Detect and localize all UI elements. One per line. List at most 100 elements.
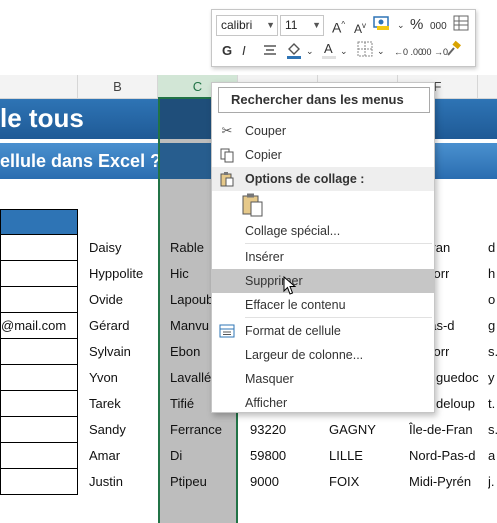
cell-c[interactable]: Di bbox=[170, 443, 182, 469]
cell-c[interactable]: Ptipeu bbox=[170, 469, 207, 495]
cell-d[interactable]: 59800 bbox=[250, 443, 286, 469]
menu-item-cut[interactable]: ✂ Couper bbox=[212, 119, 434, 143]
cell-a[interactable] bbox=[0, 261, 78, 287]
cell-c[interactable]: Tifié bbox=[170, 391, 194, 417]
subtitle-text: ellule dans Excel ? bbox=[0, 151, 162, 171]
italic-button[interactable]: I bbox=[242, 42, 246, 60]
cell-a[interactable] bbox=[0, 469, 78, 495]
column-header-b[interactable]: B bbox=[78, 75, 158, 99]
cell-b[interactable]: Sylvain bbox=[89, 339, 131, 365]
menu-item-paste-special[interactable]: Collage spécial... bbox=[212, 219, 434, 243]
cell-c[interactable]: Lapoub bbox=[170, 287, 213, 313]
align-center-icon[interactable] bbox=[262, 42, 278, 63]
column-header-a[interactable] bbox=[0, 75, 78, 99]
cell-f[interactable]: Nord-Pas-d bbox=[409, 443, 475, 469]
format-table-icon[interactable] bbox=[453, 15, 469, 36]
cell-g[interactable]: g bbox=[488, 313, 495, 339]
menu-item-insert-label: Insérer bbox=[245, 250, 284, 264]
accounting-format-icon[interactable] bbox=[372, 14, 394, 37]
menu-item-cut-label: Couper bbox=[245, 124, 286, 138]
cell-c[interactable]: Ferrance bbox=[170, 417, 222, 443]
cell-b[interactable]: Daisy bbox=[89, 235, 122, 261]
decrease-font-icon[interactable]: Av bbox=[354, 17, 366, 38]
scissors-icon: ✂ bbox=[221, 123, 233, 138]
fill-color-icon[interactable] bbox=[284, 40, 304, 65]
copy-icon bbox=[219, 147, 235, 163]
cell-a[interactable] bbox=[0, 365, 78, 391]
menu-item-delete[interactable]: Supprimer bbox=[212, 269, 434, 293]
chevron-down-icon[interactable]: ⌄ bbox=[377, 42, 385, 60]
bold-button[interactable]: G bbox=[222, 42, 232, 60]
menu-item-copy[interactable]: Copier bbox=[212, 143, 434, 167]
chevron-down-icon[interactable]: ⌄ bbox=[397, 16, 405, 34]
cell-g[interactable]: o bbox=[488, 287, 495, 313]
cell-b[interactable]: Sandy bbox=[89, 417, 126, 443]
cell-a[interactable]: @mail.com bbox=[0, 313, 78, 339]
cell-e[interactable]: GAGNY bbox=[329, 417, 376, 443]
cell-f[interactable]: deloup bbox=[436, 391, 475, 417]
menu-item-hide[interactable]: Masquer bbox=[212, 367, 434, 391]
cell-f[interactable]: guedoc bbox=[436, 365, 479, 391]
menu-item-unhide-label: Afficher bbox=[245, 396, 288, 410]
cell-b[interactable]: Tarek bbox=[89, 391, 121, 417]
cell-b[interactable]: Yvon bbox=[89, 365, 118, 391]
cell-g[interactable]: t. bbox=[488, 391, 495, 417]
cell-g[interactable]: y bbox=[488, 365, 495, 391]
cell-a[interactable] bbox=[0, 391, 78, 417]
cell-b[interactable]: Hyppolite bbox=[89, 261, 143, 287]
cell-c[interactable]: Rable bbox=[170, 235, 204, 261]
cell-a[interactable] bbox=[0, 339, 78, 365]
thousands-separator-button[interactable]: 000 bbox=[430, 18, 447, 36]
paste-button[interactable] bbox=[242, 193, 264, 217]
borders-icon[interactable] bbox=[357, 41, 373, 62]
cell-g[interactable]: s. bbox=[488, 417, 497, 443]
format-painter-icon[interactable] bbox=[444, 40, 462, 63]
cell-e[interactable]: LILLE bbox=[329, 443, 363, 469]
cell-c[interactable]: Manvu bbox=[170, 313, 209, 339]
menu-item-clear-label: Effacer le contenu bbox=[245, 298, 346, 312]
cell-a-text: @mail.com bbox=[1, 318, 67, 333]
chevron-down-icon[interactable]: ⌄ bbox=[306, 42, 314, 60]
cell-c[interactable]: Ebon bbox=[170, 339, 200, 365]
menu-item-insert[interactable]: Insérer bbox=[212, 245, 434, 269]
cell-f[interactable]: Midi-Pyrén bbox=[409, 469, 471, 495]
menu-item-column-width[interactable]: Largeur de colonne... bbox=[212, 343, 434, 367]
cell-g[interactable]: d bbox=[488, 235, 495, 261]
cell-b[interactable]: Justin bbox=[89, 469, 123, 495]
cell-c[interactable]: Lavallé bbox=[170, 365, 211, 391]
font-size-value: 11 bbox=[285, 18, 298, 32]
search-menus-field[interactable]: Rechercher dans les menus bbox=[218, 87, 430, 113]
cell-c[interactable]: Hic bbox=[170, 261, 189, 287]
increase-font-icon[interactable]: A^ bbox=[332, 16, 345, 37]
cell-a[interactable] bbox=[0, 235, 78, 261]
cell-a[interactable] bbox=[0, 417, 78, 443]
table-header-cell[interactable] bbox=[0, 209, 78, 235]
chevron-down-icon[interactable]: ⌄ bbox=[340, 42, 348, 60]
menu-item-format-cells[interactable]: Format de cellule bbox=[212, 319, 434, 343]
percent-style-button[interactable]: % bbox=[410, 16, 423, 34]
cell-g[interactable]: a bbox=[488, 443, 495, 469]
cell-e[interactable]: FOIX bbox=[329, 469, 359, 495]
cell-g[interactable]: j. bbox=[488, 469, 495, 495]
cell-d[interactable]: 9000 bbox=[250, 469, 279, 495]
cell-b[interactable]: Amar bbox=[89, 443, 120, 469]
cell-b[interactable]: Ovide bbox=[89, 287, 123, 313]
cell-f[interactable]: Île-de-Fran bbox=[409, 417, 473, 443]
cell-b[interactable]: Gérard bbox=[89, 313, 129, 339]
cell-g[interactable]: h bbox=[488, 261, 495, 287]
clipboard-icon bbox=[219, 171, 235, 187]
paste-options-header: Options de collage : bbox=[212, 167, 434, 191]
menu-item-clear-contents[interactable]: Effacer le contenu bbox=[212, 293, 434, 317]
font-color-icon[interactable]: A bbox=[320, 40, 338, 65]
chevron-down-icon: ▼ bbox=[266, 20, 275, 30]
font-name-dropdown[interactable]: calibri ▼ bbox=[216, 15, 278, 36]
cell-d[interactable]: 93220 bbox=[250, 417, 286, 443]
menu-item-format-label: Format de cellule bbox=[245, 324, 341, 338]
cell-g[interactable]: s. bbox=[488, 339, 497, 365]
cell-a[interactable] bbox=[0, 287, 78, 313]
paste-icon bbox=[242, 193, 263, 217]
table-row: Sandy Ferrance 93220 GAGNY Île-de-Fran s… bbox=[0, 417, 497, 443]
menu-item-unhide[interactable]: Afficher bbox=[212, 391, 434, 415]
font-size-dropdown[interactable]: 11 ▼ bbox=[280, 15, 324, 36]
cell-a[interactable] bbox=[0, 443, 78, 469]
